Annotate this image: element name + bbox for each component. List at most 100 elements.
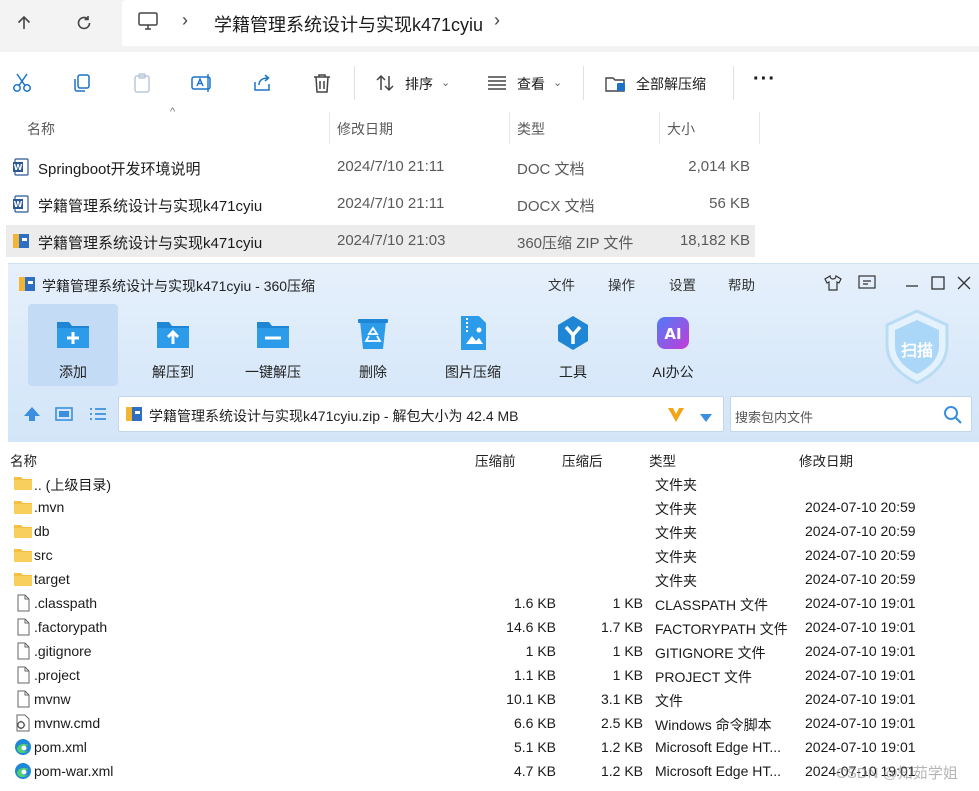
skin-icon[interactable] [822, 272, 844, 294]
paste-icon[interactable] [129, 70, 155, 96]
archive-row[interactable]: pom-war.xml 4.7 KB 1.2 KB Microsoft Edge HT… [8, 759, 979, 783]
add-button[interactable]: 添加 [28, 304, 118, 386]
column-date[interactable]: 修改日期 [337, 119, 393, 139]
ai-icon: AI [654, 314, 692, 352]
archive-row[interactable]: .project 1.1 KB 1 KB PROJECT 文件 2024-07-10 1… [8, 663, 979, 687]
share-icon[interactable] [249, 70, 275, 96]
row-name: .gitignore [34, 643, 92, 659]
search-input[interactable]: 搜索包内文件 [730, 396, 972, 432]
dropdown-arrow-icon[interactable] [699, 410, 713, 428]
row-packed-size: 1.1 KB [513, 667, 556, 683]
zip-archive-icon [12, 232, 30, 250]
svg-text:W: W [14, 200, 23, 209]
file-name: 学籍管理系统设计与实现k471cyiu [38, 198, 263, 215]
file-row[interactable]: W Springboot开发环境说明 2024/7/10 21:11 DOC 文… [6, 151, 755, 183]
row-modified: 2024-07-10 19:01 [805, 619, 916, 635]
archive-row[interactable]: db 文件夹 2024-07-10 20:59 [8, 519, 979, 543]
feedback-icon[interactable] [856, 272, 878, 294]
file-size: 56 KB [709, 195, 750, 212]
menu-file[interactable]: 文件 [548, 274, 575, 294]
archive-row[interactable]: mvnw.cmd 6.6 KB 2.5 KB Windows 命令脚本 2024-07-… [8, 711, 979, 735]
search-icon[interactable] [943, 405, 963, 430]
column-name[interactable]: 名称 [27, 119, 55, 139]
archive-row[interactable]: .mvn 文件夹 2024-07-10 20:59 [8, 495, 979, 519]
tools-button[interactable]: 工具 [528, 304, 618, 386]
minimize-icon[interactable] [901, 272, 923, 294]
refresh-icon[interactable] [66, 8, 102, 38]
row-compressed-size: 3.1 KB [600, 691, 643, 707]
archive-row[interactable]: mvnw 10.1 KB 3.1 KB 文件 2024-07-10 19:01 [8, 687, 979, 711]
menu-help[interactable]: 帮助 [728, 274, 755, 294]
delete-icon[interactable] [309, 70, 335, 96]
archive-row[interactable]: .factorypath 14.6 KB 1.7 KB FACTORYPATH 文件 2… [8, 615, 979, 639]
verified-check-icon[interactable] [665, 403, 687, 430]
column-divider[interactable] [659, 112, 660, 144]
chevron-down-icon[interactable]: ⌄ [553, 76, 562, 89]
row-compressed-size: 1 KB [612, 595, 643, 611]
archive-row[interactable]: .gitignore 1 KB 1 KB GITIGNORE 文件 2024-07-10… [8, 639, 979, 663]
archive-column-headers: 名称 压缩前 压缩后 类型 修改日期 [8, 446, 979, 470]
list-view-icon[interactable] [88, 404, 108, 429]
scan-button[interactable]: 扫描 [882, 308, 952, 386]
file-icon [13, 618, 33, 636]
script-file-icon [13, 714, 33, 732]
image-compress-button[interactable]: 图片压缩 [428, 304, 518, 386]
file-icon [13, 690, 33, 708]
file-row-selected[interactable]: 学籍管理系统设计与实现k471cyiu 2024/7/10 21:03 360压… [6, 225, 755, 257]
archive-row[interactable]: src 文件夹 2024-07-10 20:59 [8, 543, 979, 567]
maximize-icon[interactable] [927, 272, 949, 294]
extract-all-icon[interactable] [603, 70, 629, 96]
up-arrow-icon[interactable] [6, 8, 42, 38]
word-doc-icon: W [12, 158, 30, 176]
scan-label: 扫描 [900, 343, 933, 360]
menu-operate[interactable]: 操作 [608, 274, 635, 294]
more-options-icon[interactable]: ··· [753, 68, 776, 91]
row-type: 文件 [655, 693, 683, 709]
archive-path-bar[interactable]: 学籍管理系统设计与实现k471cyiu.zip - 解包大小为 42.4 MB [118, 396, 724, 432]
archive-row[interactable]: pom.xml 5.1 KB 1.2 KB Microsoft Edge HT... 2… [8, 735, 979, 759]
row-modified: 2024-07-10 19:01 [805, 715, 916, 731]
delete-button[interactable]: 删除 [328, 304, 418, 386]
ai-office-button[interactable]: AI AI办公 [628, 304, 718, 386]
view-list-icon[interactable] [484, 70, 510, 96]
row-modified: 2024-07-10 19:01 [805, 595, 916, 611]
column-type[interactable]: 类型 [649, 450, 676, 470]
column-compressed[interactable]: 压缩后 [562, 450, 603, 470]
archive-row[interactable]: target 文件夹 2024-07-10 20:59 [8, 567, 979, 591]
cut-icon[interactable] [9, 70, 35, 96]
archive-row[interactable]: .. (上级目录) 文件夹 [8, 471, 979, 495]
up-level-icon[interactable] [22, 404, 42, 429]
column-divider[interactable] [759, 112, 760, 144]
one-click-extract-button[interactable]: 一键解压 [228, 304, 318, 386]
zip-viewer-window: 学籍管理系统设计与实现k471cyiu - 360压缩 文件 操作 设置 帮助 … [8, 263, 979, 791]
thumbnail-view-icon[interactable] [54, 404, 74, 429]
sort-button[interactable]: 排序 [405, 74, 433, 94]
menu-settings[interactable]: 设置 [669, 274, 696, 294]
rename-icon[interactable] [189, 70, 215, 96]
row-name: pom-war.xml [34, 763, 114, 779]
close-icon[interactable] [953, 272, 975, 294]
file-type: 360压缩 ZIP 文件 [517, 235, 634, 252]
row-modified: 2024-07-10 19:01 [805, 691, 916, 707]
chevron-down-icon[interactable]: ⌄ [441, 76, 450, 89]
column-divider[interactable] [509, 112, 510, 144]
column-type[interactable]: 类型 [517, 119, 545, 139]
copy-icon[interactable] [69, 70, 95, 96]
archive-row[interactable]: .classpath 1.6 KB 1 KB CLASSPATH 文件 2024-07-… [8, 591, 979, 615]
column-divider[interactable] [329, 112, 330, 144]
file-row[interactable]: W 学籍管理系统设计与实现k471cyiu 2024/7/10 21:11 DO… [6, 188, 755, 220]
column-size[interactable]: 大小 [667, 119, 695, 139]
computer-icon [138, 12, 158, 35]
chevron-right-icon[interactable]: › [494, 10, 500, 31]
view-button[interactable]: 查看 [517, 74, 545, 94]
svg-text:W: W [14, 163, 23, 172]
breadcrumb-folder[interactable]: 学籍管理系统设计与实现k471cyiu [214, 11, 483, 37]
column-modified[interactable]: 修改日期 [799, 450, 853, 470]
column-packed[interactable]: 压缩前 [475, 450, 516, 470]
sort-icon[interactable] [372, 70, 398, 96]
column-name[interactable]: 名称 [10, 450, 37, 470]
extract-all-button[interactable]: 全部解压缩 [636, 74, 706, 94]
row-modified: 2024-07-10 20:59 [805, 499, 916, 515]
recycle-bin-icon [354, 314, 392, 352]
extract-to-button[interactable]: 解压到 [128, 304, 218, 386]
